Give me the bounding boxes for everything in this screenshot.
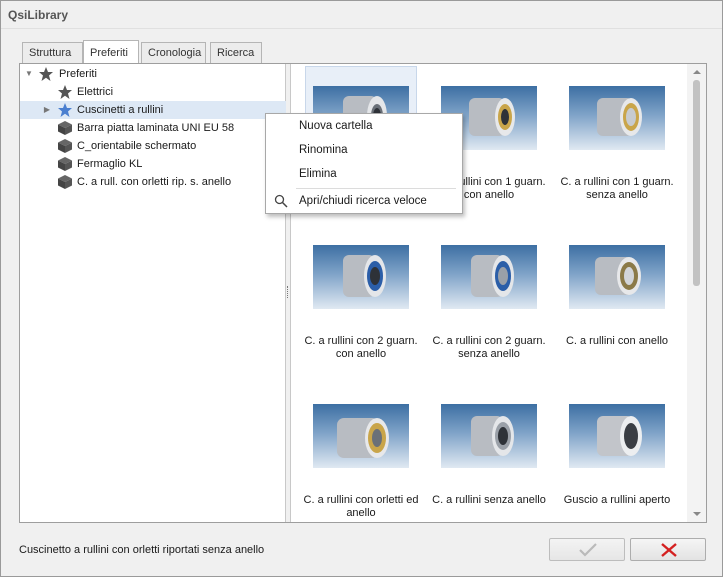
tree-item-label: Elettrici — [77, 86, 114, 98]
part-cube-icon — [58, 157, 72, 171]
gallery-tile[interactable]: Guscio a rullini aperto — [562, 385, 672, 533]
bearing-thumbnail — [569, 86, 665, 150]
part-cube-icon — [58, 175, 72, 189]
tree-item-fermaglio-kl[interactable]: Fermaglio KL — [20, 155, 286, 173]
bearing-thumbnail — [313, 245, 409, 309]
tree-item-label: C. a rull. con orletti rip. s. anello — [77, 176, 232, 188]
menu-item-label: Apri/chiudi ricerca veloce — [299, 195, 427, 207]
gallery-tile[interactable]: C. a rullini con anello — [562, 226, 672, 374]
checkmark-icon — [579, 543, 597, 557]
gallery-tile[interactable]: C. a rullini con 2 guarn. con anello — [304, 226, 418, 374]
tab-ricerca[interactable]: Ricerca — [210, 42, 262, 63]
bearing-thumbnail — [569, 404, 665, 468]
tile-label: C. a rullini con 1 guarn. senza anello — [560, 176, 674, 201]
tree-item-label: Fermaglio KL — [77, 158, 143, 170]
part-cube-icon — [58, 139, 72, 153]
tree-item-label: C_orientabile schermato — [77, 140, 197, 152]
bearing-icon — [471, 416, 514, 456]
scroll-down-icon[interactable] — [693, 512, 701, 516]
tile-image-frame — [434, 226, 544, 322]
tile-image-frame — [306, 226, 416, 322]
menu-item-label: Elimina — [299, 168, 337, 180]
tree-item-label: Barra piatta laminata UNI EU 58 — [77, 122, 235, 134]
bearing-thumbnail — [441, 245, 537, 309]
tree-item-label: Preferiti — [59, 68, 97, 80]
bearing-icon — [337, 418, 389, 458]
tree-item-cuscinetti-a-rullini[interactable]: ▶ Cuscinetti a rullini — [20, 101, 286, 119]
bearing-icon — [597, 416, 642, 456]
bearing-thumbnail — [441, 404, 537, 468]
qsilibrary-window: QsiLibrary Struttura Preferiti Cronologi… — [0, 0, 723, 577]
gallery-tile[interactable]: C. a rullini senza anello — [432, 385, 546, 533]
tree-item-barra-piatta[interactable]: Barra piatta laminata UNI EU 58 — [20, 119, 286, 137]
tile-label: C. a rullini con 2 guarn. con anello — [304, 335, 418, 360]
star-icon — [58, 103, 72, 117]
tab-struttura[interactable]: Struttura — [22, 42, 83, 63]
favorites-tree: ▼ Preferiti Elettrici ▶ Cuscinetti a rul… — [20, 64, 286, 522]
bearing-thumbnail — [313, 404, 409, 468]
tree-item-preferiti[interactable]: ▼ Preferiti — [20, 65, 286, 83]
menu-item-label: Rinomina — [299, 144, 348, 156]
bearing-icon — [471, 255, 514, 297]
bearing-icon — [343, 255, 386, 297]
menu-item-label: Nuova cartella — [299, 120, 373, 132]
status-text: Cuscinetto a rullini con orletti riporta… — [19, 544, 265, 556]
close-x-icon — [661, 543, 677, 557]
title-bar[interactable]: QsiLibrary — [1, 1, 722, 29]
tile-label: Guscio a rullini aperto — [563, 494, 671, 506]
tile-image-frame — [562, 67, 672, 163]
tile-image-frame — [434, 385, 544, 481]
tab-preferiti[interactable]: Preferiti — [83, 40, 139, 63]
tile-image-frame — [562, 385, 672, 481]
menu-item-nuova-cartella[interactable]: Nuova cartella — [266, 115, 462, 137]
tile-label: C. a rullini con 2 guarn. senza anello — [432, 335, 546, 360]
scrollbar-thumb[interactable] — [693, 80, 700, 286]
expand-arrow-icon[interactable]: ▼ — [24, 65, 34, 83]
window-title: QsiLibrary — [8, 8, 69, 22]
tile-label: C. a rullini con anello — [565, 335, 669, 347]
gallery-tile[interactable]: C. a rullini con orletti ed anello — [304, 385, 418, 533]
cancel-button[interactable] — [630, 538, 706, 561]
tile-label: C. a rullini senza anello — [432, 494, 546, 506]
tree-item-c-orientabile[interactable]: C_orientabile schermato — [20, 137, 286, 155]
tree-item-c-a-rull[interactable]: C. a rull. con orletti rip. s. anello — [20, 173, 286, 191]
menu-separator — [296, 188, 456, 189]
gallery-scrollbar[interactable] — [687, 64, 706, 522]
menu-item-elimina[interactable]: Elimina — [266, 163, 462, 185]
context-menu: Nuova cartella Rinomina Elimina Apri/chi… — [265, 113, 463, 214]
search-icon — [274, 194, 288, 208]
tile-image-frame — [562, 226, 672, 322]
star-icon — [39, 67, 53, 81]
bearing-icon — [595, 257, 641, 295]
scroll-up-icon[interactable] — [693, 70, 701, 74]
star-icon — [58, 85, 72, 99]
gallery-tile[interactable]: C. a rullini con 2 guarn. senza anello — [432, 226, 546, 374]
tree-item-label: Cuscinetti a rullini — [77, 104, 164, 116]
bearing-icon — [597, 98, 642, 136]
menu-item-ricerca-veloce[interactable]: Apri/chiudi ricerca veloce — [266, 190, 462, 212]
tab-cronologia[interactable]: Cronologia — [141, 42, 206, 63]
part-cube-icon — [58, 121, 72, 135]
collapsed-arrow-icon[interactable]: ▶ — [42, 101, 52, 119]
gallery-tile[interactable]: C. a rullini con 1 guarn. senza anello — [560, 67, 674, 215]
tile-label: C. a rullini con orletti ed anello — [303, 494, 419, 519]
tree-item-elettrici[interactable]: Elettrici — [20, 83, 286, 101]
splitter-grip-icon — [287, 286, 289, 298]
ok-button[interactable] — [549, 538, 625, 561]
menu-item-rinomina[interactable]: Rinomina — [266, 139, 462, 161]
bearing-thumbnail — [569, 245, 665, 309]
tile-image-frame — [306, 385, 416, 481]
